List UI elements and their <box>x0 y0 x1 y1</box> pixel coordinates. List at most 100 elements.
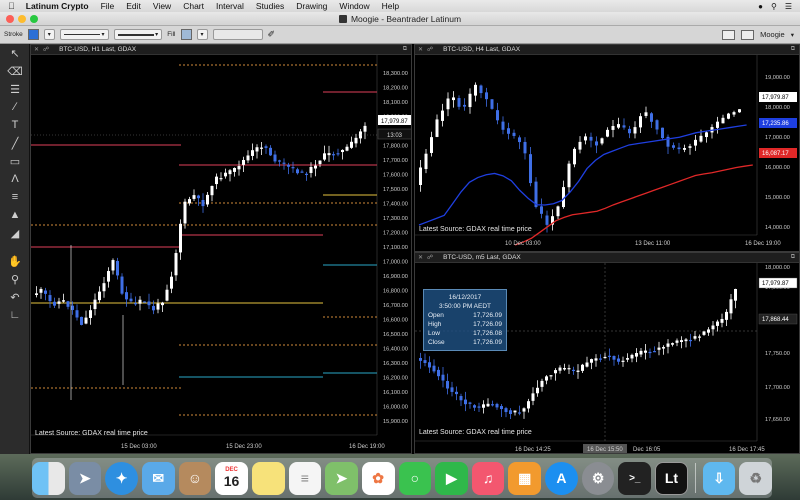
calendar-icon[interactable]: DEC 16 <box>215 461 248 495</box>
stroke-label: Stroke <box>4 31 23 38</box>
zoom-tool-icon[interactable]: ⚲ <box>0 270 30 288</box>
candle-body <box>558 367 562 371</box>
text-tool-icon[interactable]: T <box>0 116 30 134</box>
hand-pan-tool-icon[interactable]: ✋ <box>0 252 30 270</box>
photos-icon[interactable]: ✿ <box>361 461 395 495</box>
close-window-icon[interactable] <box>6 15 14 23</box>
candle-body <box>296 169 299 174</box>
candle-body <box>523 141 527 154</box>
zoom-window-icon[interactable] <box>30 15 38 23</box>
candle-body <box>732 112 736 115</box>
safari-icon[interactable]: ✦ <box>105 461 138 495</box>
candle-body <box>633 127 637 134</box>
pattern-tool-icon[interactable]: Λ <box>0 170 30 188</box>
pane-link-icon[interactable]: ☍ <box>43 46 49 53</box>
pane-link-icon[interactable]: ☍ <box>427 46 433 53</box>
candle-body <box>699 135 703 142</box>
facetime-icon[interactable]: ▶ <box>435 461 468 495</box>
finder-icon[interactable] <box>31 461 65 495</box>
candle-body <box>611 126 615 130</box>
fill-color-swatch[interactable] <box>180 29 192 40</box>
notes-icon[interactable] <box>251 461 285 495</box>
menu-file[interactable]: File <box>95 1 121 11</box>
eraser-tool-icon[interactable]: ⌫ <box>0 62 30 80</box>
profile-name[interactable]: Moogie <box>760 30 785 39</box>
time-axis-label: 10 Dec 03:00 <box>505 241 541 247</box>
line-width-dropdown[interactable]: ▾ <box>113 29 163 40</box>
wifi-icon[interactable]: ● <box>758 2 763 11</box>
paint-brush-icon[interactable]: ✐ <box>268 29 276 40</box>
ruler-tool-icon[interactable]: ∟ <box>0 306 30 324</box>
downloads-icon[interactable]: ⇩ <box>702 461 736 495</box>
stamp-tool-icon[interactable]: ▲ <box>0 206 30 224</box>
layout-split-icon[interactable] <box>741 29 755 40</box>
chart-pane-h1[interactable]: ✕ ☍ BTC-USD, H1 Last, GDAX ⧉ 18,300.00 18… <box>30 44 412 454</box>
books-icon[interactable]: ▦ <box>508 461 542 495</box>
menu-edit[interactable]: Edit <box>120 1 147 11</box>
pane-maximize-icon[interactable]: ⧉ <box>791 254 795 261</box>
fibonacci-tool-icon[interactable]: ≡ <box>0 188 30 206</box>
candle-body <box>35 293 38 295</box>
pane-link-icon[interactable]: ☍ <box>427 254 433 261</box>
rectangle-tool-icon[interactable]: ▭ <box>0 152 30 170</box>
menu-view[interactable]: View <box>147 1 177 11</box>
reminders-icon[interactable]: ≡ <box>288 461 322 495</box>
profile-dropdown-icon[interactable]: ▾ <box>791 31 794 39</box>
menu-chart[interactable]: Chart <box>177 1 210 11</box>
magnet-tool-icon[interactable]: ↶ <box>0 288 30 306</box>
minimize-window-icon[interactable] <box>18 15 26 23</box>
candle-body <box>653 351 656 353</box>
trend-lines-tool-icon[interactable]: ∕ <box>0 98 30 116</box>
mail-icon[interactable]: ✉ <box>141 461 175 495</box>
menu-drawing[interactable]: Drawing <box>290 1 333 11</box>
menu-help[interactable]: Help <box>376 1 405 11</box>
calendar-day: 16 <box>223 473 240 489</box>
candle-body <box>540 380 544 387</box>
countdown-tag: 13:03 <box>387 133 403 139</box>
pointer-tool-icon[interactable]: ↖ <box>0 44 30 62</box>
chart-pane-h4[interactable]: ✕ ☍ BTC-USD, H4 Last, GDAX ⧉ 19,000.00 18… <box>414 44 800 252</box>
pane-maximize-icon[interactable]: ⧉ <box>403 46 407 53</box>
fill-pattern-dropdown[interactable] <box>212 29 263 40</box>
maps-icon[interactable]: ➤ <box>325 461 358 495</box>
fill-bucket-tool-icon[interactable]: ◢ <box>0 224 30 242</box>
chart-plot-h4[interactable]: 19,000.00 18,000.00 17,000.00 16,000.00 15,0… <box>415 55 800 252</box>
fill-color-dropdown[interactable]: ▾ <box>196 29 208 40</box>
time-axis-label: 16 Dec 14:25 <box>515 447 551 453</box>
pane-maximize-icon[interactable]: ⧉ <box>791 46 795 53</box>
pane-close-icon[interactable]: ✕ <box>34 46 39 53</box>
candle-body <box>291 167 295 169</box>
candle-body <box>545 215 549 225</box>
search-icon[interactable]: ⚲ <box>771 2 777 11</box>
messages-icon[interactable]: ○ <box>398 461 432 495</box>
apple-menu-icon[interactable]:  <box>0 1 20 11</box>
trash-icon[interactable]: ♻ <box>739 461 773 495</box>
terminal-icon[interactable]: >_ <box>618 461 652 495</box>
line-tool-icon[interactable]: ╱ <box>0 134 30 152</box>
candle-body <box>179 223 182 253</box>
chart-pane-m5[interactable]: ✕ ☍ BTC-USD, m5 Last, GDAX ⧉ 18,000.00 17… <box>414 252 800 454</box>
contacts-icon[interactable]: ☺ <box>178 461 212 495</box>
candle-body <box>576 370 580 372</box>
pane-close-icon[interactable]: ✕ <box>418 254 423 261</box>
latinum-icon[interactable]: Lt <box>655 461 688 495</box>
candle-body <box>554 370 557 374</box>
pane-close-icon[interactable]: ✕ <box>418 46 423 53</box>
appstore-icon[interactable]: A <box>545 461 578 495</box>
launchpad-icon[interactable]: ➤ <box>68 461 102 495</box>
stroke-color-dropdown[interactable]: ▾ <box>43 29 55 40</box>
chart-plot-h1[interactable]: 18,300.0018,200.0018,100.0018,000.0017,9… <box>31 55 412 454</box>
candle-body <box>495 403 499 408</box>
menu-window[interactable]: Window <box>333 1 375 11</box>
notification-icon[interactable]: ☰ <box>785 2 792 11</box>
system-preferences-icon[interactable]: ⚙ <box>581 461 615 495</box>
music-icon[interactable]: ♫ <box>471 461 505 495</box>
line-style-dropdown[interactable]: ▾ <box>59 29 109 40</box>
menu-studies[interactable]: Studies <box>250 1 290 11</box>
time-axis-label: 16 Dec 19:00 <box>745 241 781 247</box>
layout-single-icon[interactable] <box>722 29 736 40</box>
menu-interval[interactable]: Interval <box>210 1 250 11</box>
menu-app-name[interactable]: Latinum Crypto <box>20 1 95 11</box>
stroke-color-swatch[interactable] <box>27 29 39 40</box>
horizontal-lines-tool-icon[interactable]: ☰ <box>0 80 30 98</box>
